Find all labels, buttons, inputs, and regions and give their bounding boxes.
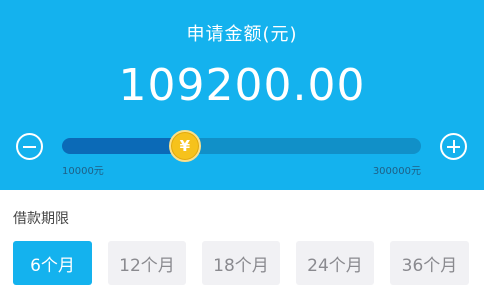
slider-min-label: 10000元 bbox=[62, 166, 104, 177]
yuan-icon: ¥ bbox=[179, 137, 191, 155]
amount-header: 申请金额(元) 109200.00 ¥ 10000元 300000元 bbox=[0, 0, 484, 190]
amount-slider-track[interactable] bbox=[62, 138, 421, 154]
term-option-12[interactable]: 12个月 bbox=[108, 241, 186, 285]
term-option-6[interactable]: 6个月 bbox=[13, 241, 92, 285]
minus-circle-icon bbox=[23, 145, 36, 148]
decrease-button[interactable] bbox=[16, 133, 43, 160]
amount-slider-thumb[interactable]: ¥ bbox=[168, 130, 201, 162]
term-option-24[interactable]: 24个月 bbox=[296, 241, 374, 285]
term-option-18[interactable]: 18个月 bbox=[202, 241, 280, 285]
amount-title: 申请金额(元) bbox=[186, 24, 298, 45]
term-title: 借款期限 bbox=[13, 211, 69, 227]
amount-slider-fill bbox=[62, 138, 185, 154]
slider-max-label: 300000元 bbox=[372, 166, 421, 177]
increase-button[interactable] bbox=[440, 133, 467, 160]
term-option-36[interactable]: 36个月 bbox=[390, 241, 469, 285]
loan-amount: 109200.00 bbox=[118, 60, 366, 111]
